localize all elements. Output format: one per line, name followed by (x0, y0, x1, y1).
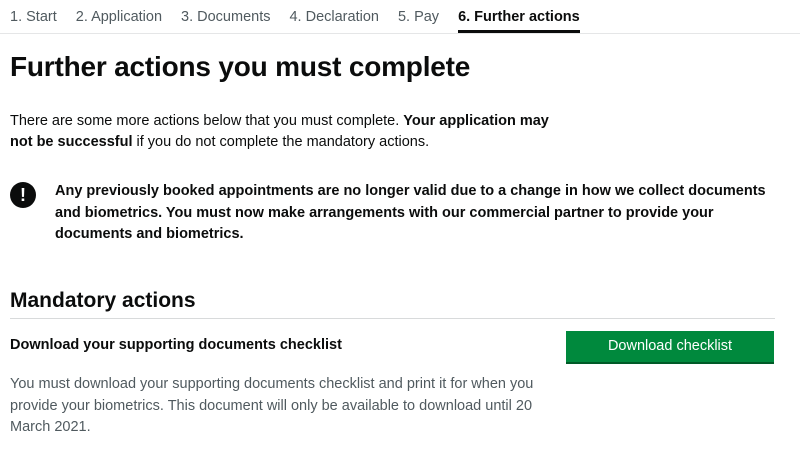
intro-text-tail: if you do not complete the mandatory act… (132, 134, 430, 150)
step-start[interactable]: 1. Start (10, 0, 57, 26)
action-title: Download your supporting documents check… (10, 337, 342, 353)
step-pay[interactable]: 5. Pay (398, 0, 439, 26)
step-documents[interactable]: 3. Documents (181, 0, 270, 26)
step-navigation-divider (0, 33, 800, 34)
action-description: You must download your supporting docume… (10, 376, 534, 435)
exclamation-icon: ! (10, 182, 36, 208)
section-divider (10, 318, 775, 319)
step-application[interactable]: 2. Application (76, 0, 162, 26)
intro-text: There are some more actions below that y… (10, 113, 404, 129)
step-further-actions[interactable]: 6. Further actions (458, 0, 580, 33)
download-checklist-button[interactable]: Download checklist (566, 331, 774, 364)
step-navigation: 1. Start 2. Application 3. Documents 4. … (10, 0, 599, 33)
page-title: Further actions you must complete (10, 51, 471, 82)
intro-paragraph: There are some more actions below that y… (10, 111, 570, 153)
step-declaration[interactable]: 4. Declaration (289, 0, 378, 26)
warning-text: Any previously booked appointments are n… (55, 183, 766, 242)
mandatory-actions-heading: Mandatory actions (10, 289, 196, 312)
